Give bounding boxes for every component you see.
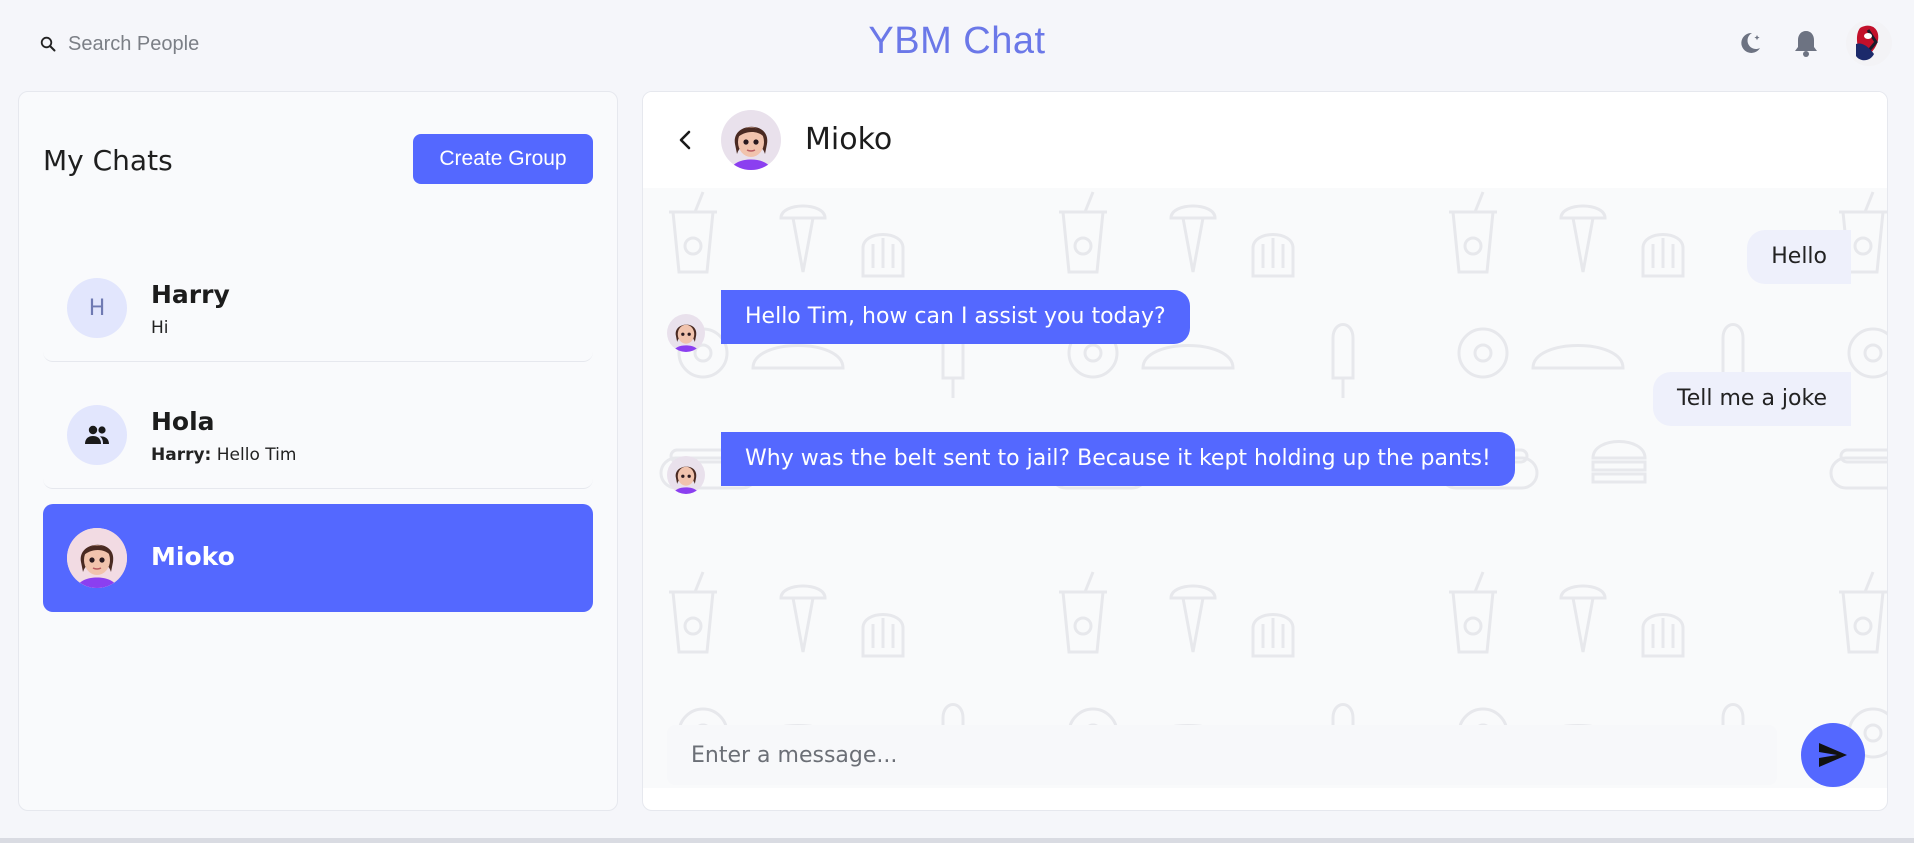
preview-sender: Harry: (151, 445, 212, 465)
contact-name: Mioko (805, 122, 893, 157)
avatar: H (67, 278, 127, 338)
sender-avatar (667, 456, 705, 494)
chat-name: Hola (151, 407, 215, 436)
back-arrow-icon[interactable] (671, 126, 699, 154)
chat-list-panel: My Chats Create Group H Harry Hi Hola Ha… (18, 91, 618, 811)
chat-preview: Harry: Hello Tim (151, 445, 296, 465)
chat-item-hola[interactable]: Hola Harry: Hello Tim (43, 381, 593, 489)
conversation-panel: Mioko Hello Hello Tim, how can I assist … (642, 91, 1888, 811)
message-bubble-incoming: Why was the belt sent to jail? Because i… (721, 432, 1515, 486)
avatar-initial: H (88, 295, 106, 321)
moon-icon[interactable] (1734, 27, 1766, 59)
chat-item-mioko[interactable]: Mioko (43, 504, 593, 612)
chat-name: Mioko (151, 542, 235, 571)
message-input[interactable] (667, 725, 1777, 785)
send-icon (1819, 743, 1847, 767)
sender-avatar (667, 314, 705, 352)
chat-preview: Hi (151, 318, 169, 338)
message-bubble-outgoing: Hello (1747, 230, 1851, 284)
contact-avatar[interactable] (721, 110, 781, 170)
preview-text: Hello Tim (216, 445, 297, 465)
chat-name: Harry (151, 280, 230, 309)
conversation-header: Mioko (643, 92, 1887, 188)
bell-icon[interactable] (1790, 27, 1822, 59)
group-icon (67, 405, 127, 465)
message-bubble-incoming: Hello Tim, how can I assist you today? (721, 290, 1190, 344)
message-bubble-outgoing: Tell me a joke (1653, 372, 1851, 426)
create-group-button[interactable]: Create Group (413, 134, 593, 184)
app-title: YBM Chat (868, 20, 1046, 62)
background-pattern (643, 188, 1887, 788)
chat-item-harry[interactable]: H Harry Hi (43, 254, 593, 362)
send-button[interactable] (1801, 723, 1865, 787)
user-avatar[interactable] (1846, 20, 1892, 66)
top-header: YBM Chat (0, 0, 1914, 88)
my-chats-title: My Chats (43, 144, 173, 177)
message-list[interactable]: Hello Hello Tim, how can I assist you to… (643, 188, 1887, 788)
window-bottom-edge (0, 838, 1914, 843)
avatar (67, 528, 127, 588)
